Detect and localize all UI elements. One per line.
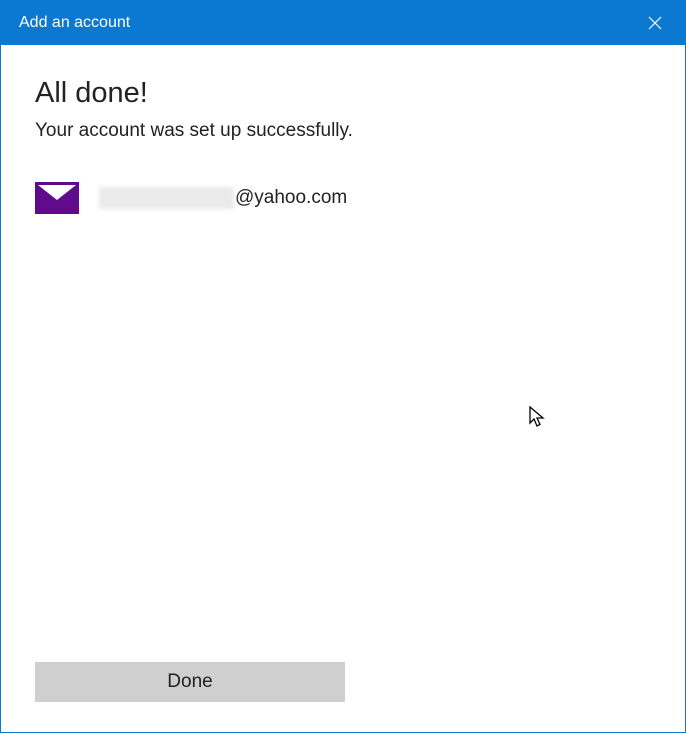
done-button[interactable]: Done [35,662,345,702]
cursor-icon [528,405,546,434]
mail-icon [35,182,79,214]
dialog-window: Add an account All done! Your account wa… [0,0,686,733]
dialog-content: All done! Your account was set up succes… [1,45,685,662]
close-icon [648,16,662,30]
titlebar: Add an account [1,1,685,45]
close-button[interactable] [625,1,685,45]
subheading: Your account was set up successfully. [35,120,651,142]
heading: All done! [35,77,651,110]
email-domain: @yahoo.com [235,187,347,209]
account-row: @yahoo.com [35,182,651,214]
window-title: Add an account [19,14,625,32]
email-local-redacted [99,187,234,209]
dialog-footer: Done [1,662,685,732]
account-email: @yahoo.com [99,187,347,209]
